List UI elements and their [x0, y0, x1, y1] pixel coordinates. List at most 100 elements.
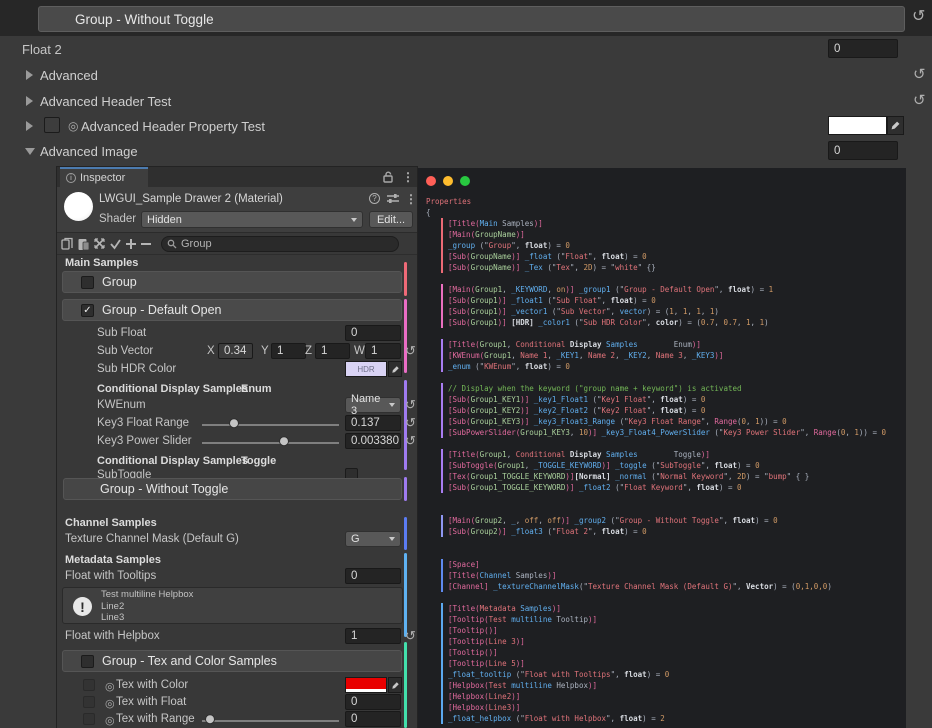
help-icon[interactable]: ? [369, 193, 380, 204]
preset-circle-icon[interactable]: ◎ [105, 680, 115, 693]
advanced-image-label: Advanced Image [40, 144, 138, 159]
chevron-right-icon[interactable] [26, 121, 33, 131]
code-line: [Main(Group1, _KEYWORD, on)] _group1 ("G… [441, 284, 906, 295]
section-title-conditional-enum: Conditional Display Samples [97, 383, 248, 395]
code-line [418, 493, 906, 504]
group-default-open-header[interactable]: ✓ Group - Default Open [62, 299, 402, 321]
minimize-icon[interactable] [443, 176, 453, 186]
maximize-icon[interactable] [460, 176, 470, 186]
advanced-image-input[interactable]: 0 [828, 141, 898, 160]
tab-inspector[interactable]: i Inspector [60, 167, 148, 187]
float2-input[interactable]: 0 [828, 39, 898, 58]
undo-icon[interactable]: ↺ [913, 93, 926, 108]
slider-track[interactable] [202, 424, 339, 426]
shader-dropdown[interactable]: Hidden [141, 211, 363, 228]
shader-label: Shader [99, 213, 136, 225]
info-icon: i [66, 173, 76, 183]
tex-float-input[interactable]: 0 [345, 694, 401, 710]
material-header: LWGUI_Sample Drawer 2 (Material) ? ⋮ Sha… [57, 187, 417, 233]
color-swatch-white[interactable] [828, 116, 887, 135]
undo-icon[interactable]: ↺ [913, 67, 926, 82]
checkbox[interactable] [83, 713, 95, 725]
float-helpbox-input[interactable]: 1 [345, 628, 401, 644]
check-icon[interactable] [109, 238, 122, 250]
eyedropper-icon[interactable] [887, 116, 904, 135]
minus-icon[interactable] [140, 238, 152, 250]
advanced-header-property-test-row[interactable]: ◎ Advanced Header Property Test [0, 115, 932, 137]
key3-power-slider-input[interactable]: 0.003380 [345, 433, 401, 449]
copy-icon[interactable] [61, 237, 74, 251]
undo-icon[interactable]: ↺ [405, 434, 416, 447]
slider-knob[interactable] [205, 714, 215, 724]
plus-icon[interactable] [125, 238, 137, 250]
code-line: [Tooltip(Test multiline Tooltip)] [441, 614, 906, 625]
undo-icon[interactable]: ↺ [405, 344, 416, 357]
chevron-right-icon[interactable] [26, 96, 33, 106]
channel-mask-row: Texture Channel Mask (Default G) G [57, 531, 417, 548]
section-title-conditional-toggle: Conditional Display Samples [97, 455, 248, 467]
vector-z-input[interactable]: 1 [315, 343, 350, 359]
close-icon[interactable] [426, 176, 436, 186]
preset-circle-icon[interactable]: ◎ [105, 697, 115, 710]
sub-hdr-color-row: Sub HDR Color HDR [57, 361, 417, 378]
checkbox[interactable] [44, 117, 60, 133]
slider-knob[interactable] [229, 418, 239, 428]
preset-icon[interactable] [387, 194, 399, 204]
vector-x-input[interactable]: 0.34 [218, 343, 253, 359]
hdr-color-swatch[interactable]: HDR [345, 361, 387, 377]
code-lines: Properties{[Title(Main Samples)][Main(Gr… [418, 196, 906, 724]
checkbox[interactable] [81, 276, 94, 289]
paste-icon[interactable] [77, 237, 90, 251]
helpbox-line: Line2 [101, 601, 193, 613]
group-tex-color-header[interactable]: Group - Tex and Color Samples [62, 650, 402, 672]
lock-icon[interactable] [383, 171, 394, 183]
inspector-panel: i Inspector ⋮ LWGUI_Sample Drawer 2 (Mat… [57, 167, 417, 728]
tex-color-swatch[interactable] [345, 677, 387, 693]
edit-button[interactable]: Edit... [369, 211, 413, 228]
kebab-menu-icon[interactable]: ⋮ [405, 193, 417, 205]
preset-circle-icon[interactable]: ◎ [105, 714, 115, 727]
slider-track[interactable] [202, 720, 339, 722]
advanced-row[interactable]: Advanced ↺ [0, 64, 932, 86]
advanced-header-test-row[interactable]: Advanced Header Test ↺ [0, 90, 932, 112]
key3-float-range-input[interactable]: 0.137 [345, 415, 401, 431]
advanced-image-row[interactable]: Advanced Image 0 [0, 140, 932, 162]
sub-float-input[interactable]: 0 [345, 325, 401, 341]
undo-icon[interactable]: ↺ [405, 398, 416, 411]
group-without-toggle-header-bar[interactable]: Group - Without Toggle [38, 6, 905, 32]
code-line: [Main(GroupName)] [441, 229, 906, 240]
code-line: [Sub(Group1)] _vector1 ("Sub Vector", ve… [441, 306, 906, 317]
advanced-label: Advanced [40, 68, 98, 83]
code-line: _float_helpbox ("Float with Helpbox", fl… [441, 713, 906, 724]
vector-y-input[interactable]: 1 [271, 343, 306, 359]
checkbox[interactable] [83, 696, 95, 708]
sub-vector-row: Sub Vector X 0.34 Y 1 Z 1 W 1 ↺ [57, 343, 417, 360]
undo-icon[interactable]: ↺ [912, 9, 925, 25]
channel-mask-dropdown[interactable]: G [345, 531, 401, 547]
kebab-menu-icon[interactable]: ⋮ [402, 171, 414, 183]
eyedropper-icon[interactable] [388, 677, 402, 693]
collapse-icon[interactable] [93, 237, 106, 250]
checkbox[interactable] [83, 679, 95, 691]
alpha-bar [346, 689, 386, 692]
checkbox-checked[interactable]: ✓ [81, 304, 94, 317]
search-input[interactable]: Group [161, 236, 399, 252]
slider-track[interactable] [202, 442, 339, 444]
kwenum-dropdown[interactable]: Name 3 [345, 397, 401, 413]
eyedropper-icon[interactable] [388, 361, 402, 377]
float-tooltips-input[interactable]: 0 [345, 568, 401, 584]
vector-w-input[interactable]: 1 [365, 343, 401, 359]
chevron-down-icon[interactable] [25, 148, 35, 155]
group-without-toggle-inner-header[interactable]: Group - Without Toggle [63, 478, 402, 500]
preset-circle-icon[interactable]: ◎ [68, 119, 78, 133]
undo-icon[interactable]: ↺ [405, 629, 416, 642]
code-line: [Title(Group1, Conditional Display Sampl… [441, 339, 906, 350]
material-preview-sphere[interactable] [64, 192, 93, 221]
group-header[interactable]: Group [62, 271, 402, 293]
tex-range-input[interactable]: 0 [345, 711, 401, 727]
undo-icon[interactable]: ↺ [405, 416, 416, 429]
checkbox[interactable] [81, 655, 94, 668]
slider-knob[interactable] [279, 436, 289, 446]
code-line: [Title(Channel Samples)] [441, 570, 906, 581]
chevron-right-icon[interactable] [26, 70, 33, 80]
